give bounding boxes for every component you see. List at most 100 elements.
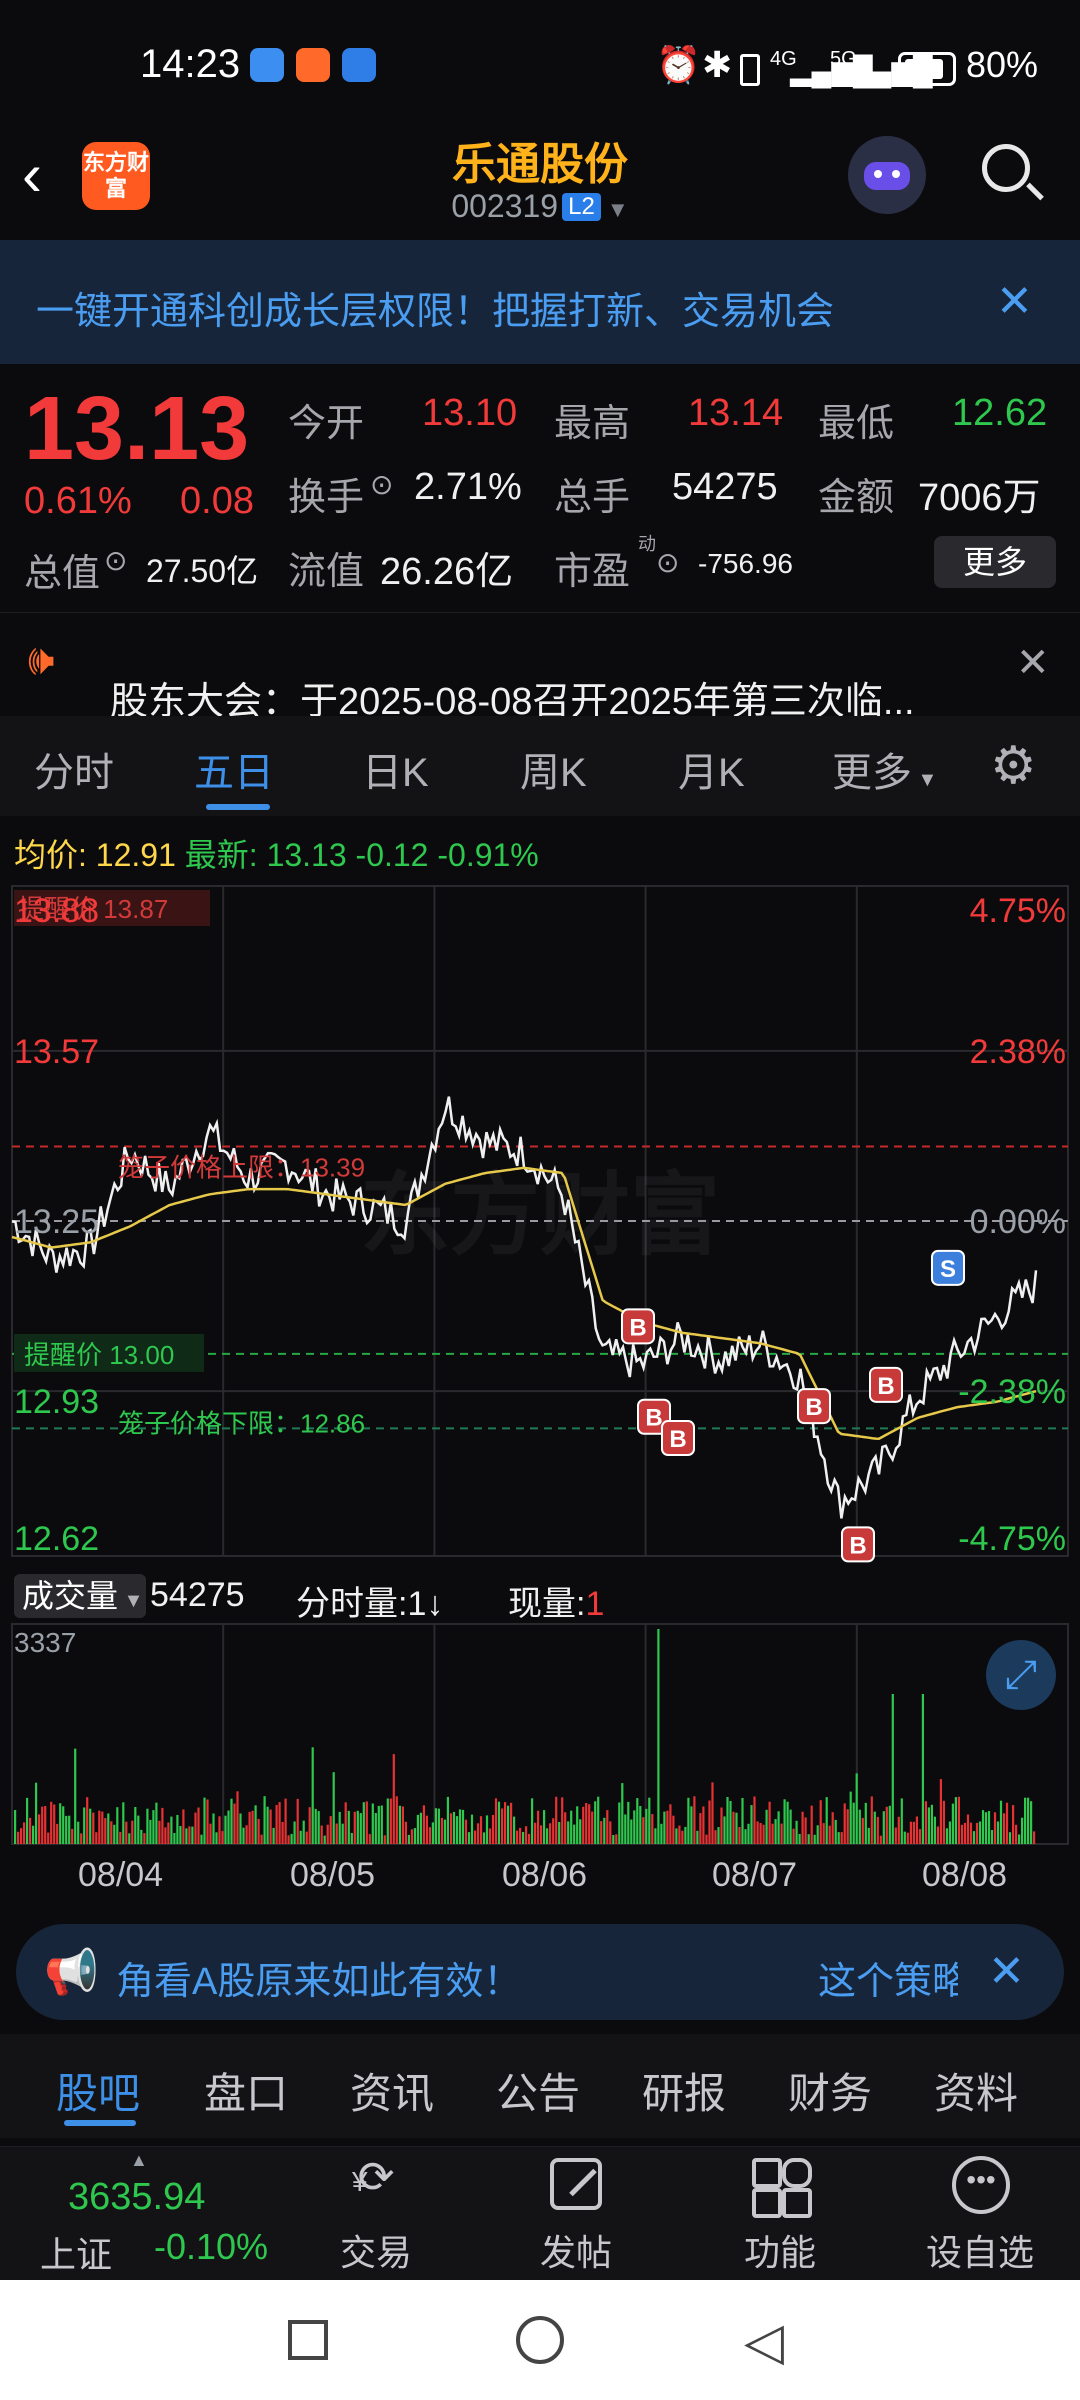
volume-bar: [224, 1815, 227, 1844]
stock-code: 002319: [451, 188, 559, 224]
info-icon[interactable]: ⊙: [104, 544, 127, 577]
volume-bar: [161, 1807, 164, 1844]
search-icon[interactable]: [982, 144, 1044, 201]
footer-trade[interactable]: 交易: [306, 2224, 446, 2276]
tab-more[interactable]: 更多 ▼: [832, 740, 937, 798]
volume-bar: [89, 1808, 92, 1844]
tab-intraday[interactable]: 分时: [34, 740, 114, 798]
volume-bar: [155, 1802, 158, 1844]
post-edit-icon[interactable]: [550, 2158, 602, 2210]
tab-research[interactable]: 研报: [642, 2060, 726, 2121]
volume-bar: [230, 1798, 233, 1844]
more-dots-icon[interactable]: •••: [952, 2156, 1010, 2214]
y-label-4: 12.93: [14, 1383, 99, 1421]
close-icon[interactable]: ✕: [996, 276, 1033, 327]
volume-bar: [1005, 1802, 1009, 1844]
volume-bar: [834, 1819, 837, 1844]
volume-bar: [759, 1823, 762, 1844]
close-ad-icon[interactable]: ✕: [988, 1946, 1025, 1997]
volume-bar: [353, 1811, 356, 1844]
volume-bar: [179, 1826, 182, 1844]
trade-marker-label: B: [629, 1314, 646, 1341]
volume-bar: [41, 1806, 44, 1844]
tab-guba[interactable]: 股吧: [56, 2060, 140, 2121]
volume-bar: [864, 1802, 867, 1844]
index-value[interactable]: 3635.94: [68, 2176, 205, 2219]
avg-value: 12.91: [95, 837, 176, 873]
volume-bar: [329, 1816, 332, 1844]
volume-bar: [164, 1827, 167, 1844]
volume-bar: [131, 1820, 134, 1844]
volume-bar: [50, 1801, 53, 1844]
volume-bar: [53, 1804, 56, 1844]
collapse-arrow-icon[interactable]: ▲: [130, 2150, 148, 2171]
volume-bar: [729, 1801, 732, 1844]
tab-monthly-k[interactable]: 月K: [678, 740, 745, 798]
tab-finance[interactable]: 财务: [788, 2060, 872, 2121]
volume-bar: [648, 1797, 651, 1844]
volume-bar: [855, 1773, 858, 1844]
price-chart[interactable]: 东方财富 BBBBBBS 提醒价 13.87提醒价 13.00笼子价格上限：13…: [0, 876, 1080, 1566]
status-time: 14:23: [140, 42, 241, 86]
pe-info-icon[interactable]: ⊙: [656, 546, 679, 579]
settings-gear-icon[interactable]: ⚙: [990, 736, 1037, 796]
functions-grid-icon[interactable]: [752, 2158, 812, 2218]
volume-bar: [792, 1828, 795, 1844]
more-button[interactable]: 更多: [934, 536, 1056, 588]
volume-bar: [113, 1824, 116, 1844]
tab-weekly-k[interactable]: 周K: [520, 740, 587, 798]
volume-bar: [221, 1831, 224, 1844]
tab-daily-k[interactable]: 日K: [362, 740, 429, 798]
home-icon[interactable]: [516, 2316, 564, 2364]
volume-bar: [464, 1819, 468, 1844]
footer-post[interactable]: 发帖: [506, 2224, 646, 2276]
tab-five-day[interactable]: 五日: [194, 740, 274, 798]
volume-bar: [660, 1823, 663, 1844]
trade-icon[interactable]: ⟳: [340, 2152, 412, 2216]
volume-bar: [816, 1825, 819, 1844]
info-tab-indicator: [64, 2120, 136, 2126]
volume-selector[interactable]: 成交量 ▼: [14, 1574, 146, 1618]
volume-bar: [504, 1802, 507, 1844]
cage-upper-label: 笼子价格上限：13.39: [118, 1153, 365, 1183]
tab-profile[interactable]: 资料: [934, 2060, 1018, 2121]
robot-assistant-icon[interactable]: [848, 136, 926, 214]
back-nav-icon[interactable]: ◁: [744, 2312, 784, 2372]
footer-add-watchlist[interactable]: 设自选: [910, 2224, 1050, 2276]
volume-bar: [633, 1810, 636, 1844]
volume-bar: [215, 1832, 218, 1844]
tab-orderbook[interactable]: 盘口: [204, 2060, 288, 2121]
close-notice-icon[interactable]: ✕: [1016, 640, 1050, 686]
eastmoney-app-icon: [342, 48, 376, 82]
volume-bar: [966, 1814, 970, 1844]
current-price: 13.13: [24, 379, 250, 479]
turnover-info-icon[interactable]: ⊙: [370, 468, 393, 501]
volume-bar: [984, 1812, 988, 1844]
tab-announcements[interactable]: 公告: [496, 2060, 580, 2121]
float-value: 26.26亿: [380, 551, 514, 593]
low-label: 最低: [818, 403, 895, 445]
volume-bar: [74, 1748, 77, 1844]
volume-bar: [80, 1833, 83, 1844]
volume-bar: [194, 1812, 197, 1844]
volume-bar: [380, 1805, 383, 1844]
volume-bar: [822, 1823, 825, 1844]
expand-icon[interactable]: ⤢: [986, 1640, 1056, 1710]
volume-bar: [401, 1806, 404, 1844]
volume-bar: [507, 1805, 510, 1844]
tab-news[interactable]: 资讯: [350, 2060, 434, 2121]
volume-bar: [305, 1831, 308, 1844]
footer-functions[interactable]: 功能: [710, 2224, 850, 2276]
turnover-value: 2.71%: [414, 466, 522, 508]
x-axis-label: 08/06: [502, 1856, 588, 1894]
trade-marker-label: B: [849, 1532, 866, 1559]
volume-bar: [254, 1805, 257, 1844]
volume-bar: [954, 1797, 957, 1844]
volume-bar: [594, 1801, 597, 1844]
volume-bar: [651, 1814, 654, 1844]
volume-bar: [690, 1806, 693, 1844]
volume-bar: [552, 1818, 555, 1844]
volume-bar: [251, 1810, 254, 1844]
volume-bar: [705, 1834, 708, 1844]
recent-apps-icon[interactable]: [288, 2320, 328, 2360]
